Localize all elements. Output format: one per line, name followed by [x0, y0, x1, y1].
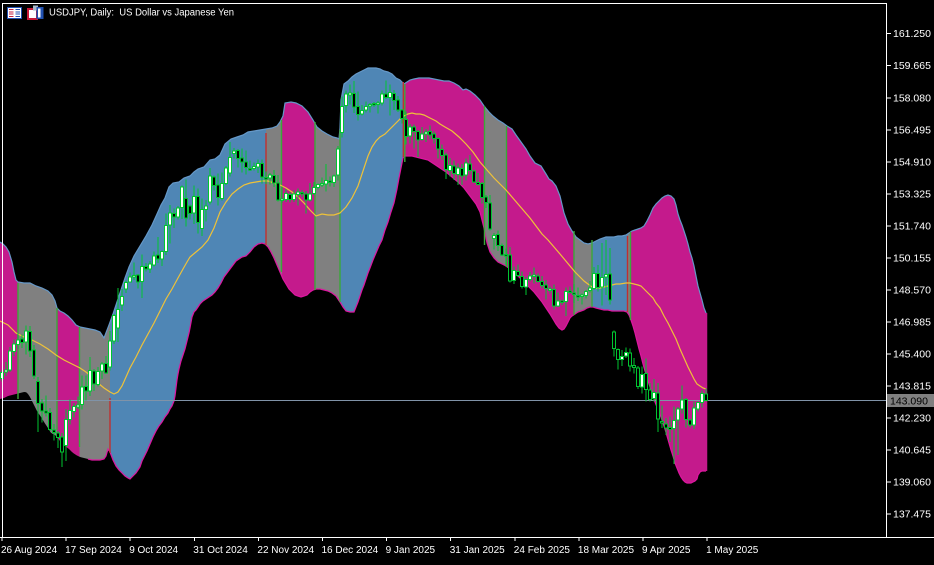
svg-text:1 May 2025: 1 May 2025 — [706, 545, 759, 556]
svg-text:151.740: 151.740 — [893, 220, 931, 232]
svg-text:22 Nov 2024: 22 Nov 2024 — [257, 545, 314, 556]
svg-text:26 Aug 2024: 26 Aug 2024 — [1, 545, 58, 556]
svg-text:159.665: 159.665 — [893, 60, 931, 72]
svg-text:161.250: 161.250 — [893, 28, 931, 40]
svg-text:USDJPY, Daily: US Dollar vs J: USDJPY, Daily: US Dollar vs Japanese Yen — [49, 8, 234, 19]
svg-text:137.475: 137.475 — [893, 509, 931, 521]
svg-text:16 Dec 2024: 16 Dec 2024 — [322, 545, 379, 556]
svg-text:9 Apr 2025: 9 Apr 2025 — [642, 545, 691, 556]
svg-text:143.090: 143.090 — [890, 396, 928, 408]
svg-text:153.325: 153.325 — [893, 188, 931, 200]
svg-text:140.645: 140.645 — [893, 445, 931, 457]
svg-text:31 Jan 2025: 31 Jan 2025 — [450, 545, 505, 556]
svg-text:158.080: 158.080 — [893, 92, 931, 104]
svg-text:18 Mar 2025: 18 Mar 2025 — [578, 545, 635, 556]
svg-text:24 Feb 2025: 24 Feb 2025 — [514, 545, 571, 556]
svg-text:31 Oct 2024: 31 Oct 2024 — [193, 545, 248, 556]
svg-text:9 Oct 2024: 9 Oct 2024 — [129, 545, 178, 556]
svg-text:139.060: 139.060 — [893, 477, 931, 489]
svg-text:142.230: 142.230 — [893, 413, 931, 425]
svg-text:150.155: 150.155 — [893, 252, 931, 264]
svg-text:146.985: 146.985 — [893, 317, 931, 329]
svg-text:143.815: 143.815 — [893, 381, 931, 393]
svg-text:148.570: 148.570 — [893, 284, 931, 296]
svg-text:9 Jan 2025: 9 Jan 2025 — [386, 545, 436, 556]
svg-text:17 Sep 2024: 17 Sep 2024 — [65, 545, 122, 556]
svg-text:156.495: 156.495 — [893, 124, 931, 136]
svg-text:154.910: 154.910 — [893, 156, 931, 168]
svg-text:145.400: 145.400 — [893, 349, 931, 361]
